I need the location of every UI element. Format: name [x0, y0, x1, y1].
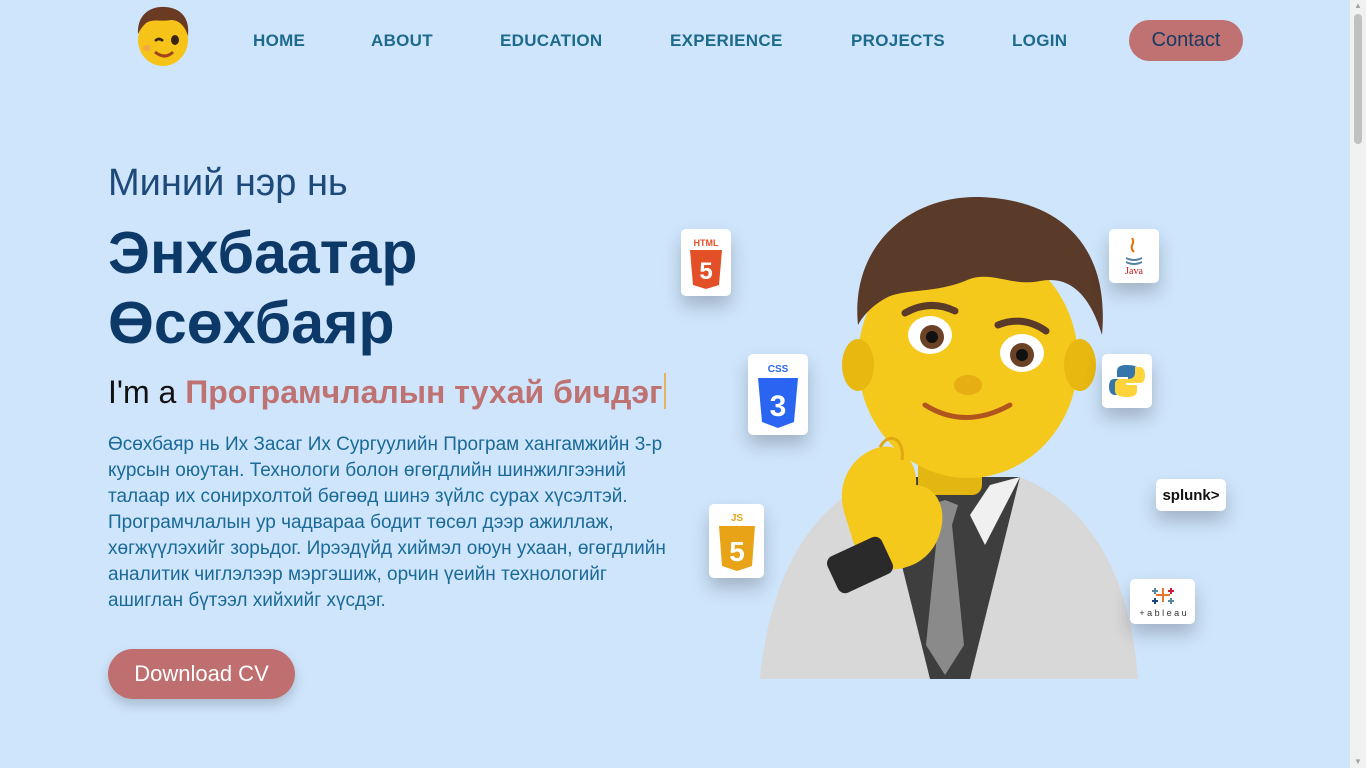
nav-education-link[interactable]: EDUCATION [500, 31, 603, 51]
splunk-badge: splunk> [1156, 479, 1226, 511]
name-line-2: Өсөхбаяр [108, 290, 395, 356]
python-icon [1109, 365, 1145, 397]
scrollbar-thumb[interactable] [1354, 14, 1362, 144]
html5-icon: HTML 5 [690, 238, 722, 289]
svg-text:Java: Java [1125, 266, 1143, 277]
tableau-badge: + a b l e a u [1130, 579, 1195, 624]
svg-text:3: 3 [770, 390, 787, 423]
scroll-down-icon[interactable]: ▼ [1354, 758, 1362, 766]
role-line: I'm a Програмчлалын тухай бичдэг [108, 373, 667, 411]
intro-text: Миний нэр нь [108, 162, 348, 204]
name-line-1: Энхбаатар [108, 220, 418, 286]
css3-icon: CSS 3 [758, 364, 798, 428]
css3-badge: CSS 3 [748, 354, 808, 435]
full-name-heading: Энхбаатар Өсөхбаяр [108, 218, 668, 358]
javascript-badge: JS 5 [709, 504, 764, 578]
nav-projects-link[interactable]: PROJECTS [851, 31, 945, 51]
role-typed-text: Програмчлалын тухай бичдэг [185, 374, 663, 410]
nav-about-link[interactable]: ABOUT [371, 31, 433, 51]
scroll-up-icon[interactable]: ▲ [1354, 2, 1362, 10]
javascript-icon: JS 5 [718, 513, 755, 571]
svg-text:HTML: HTML [694, 238, 719, 248]
typing-caret [664, 373, 667, 409]
svg-text:5: 5 [699, 258, 712, 285]
contact-button[interactable]: Contact [1129, 20, 1243, 61]
avatar-logo-icon[interactable] [133, 4, 193, 68]
bio-paragraph: Өсөхбаяр нь Их Засаг Их Сургуулийн Прогр… [108, 434, 666, 611]
html5-badge: HTML 5 [681, 229, 731, 296]
tableau-icon: + a b l e a u [1139, 587, 1186, 618]
java-icon: Java [1125, 237, 1143, 277]
role-prefix: I'm a [108, 374, 177, 410]
nav-login-link[interactable]: LOGIN [1012, 31, 1067, 51]
java-badge: Java [1109, 229, 1159, 283]
download-cv-button[interactable]: Download CV [108, 649, 295, 699]
top-navigation: HOME ABOUT EDUCATION EXPERIENCE PROJECTS… [0, 0, 1350, 80]
python-badge [1102, 354, 1152, 408]
svg-text:+ a b l e a u: + a b l e a u [1139, 608, 1186, 618]
svg-text:5: 5 [729, 536, 745, 567]
nav-home-link[interactable]: HOME [253, 31, 305, 51]
svg-text:CSS: CSS [768, 364, 789, 375]
nav-experience-link[interactable]: EXPERIENCE [670, 31, 783, 51]
svg-text:JS: JS [730, 513, 743, 524]
splunk-logo-text: splunk> [1162, 486, 1220, 504]
